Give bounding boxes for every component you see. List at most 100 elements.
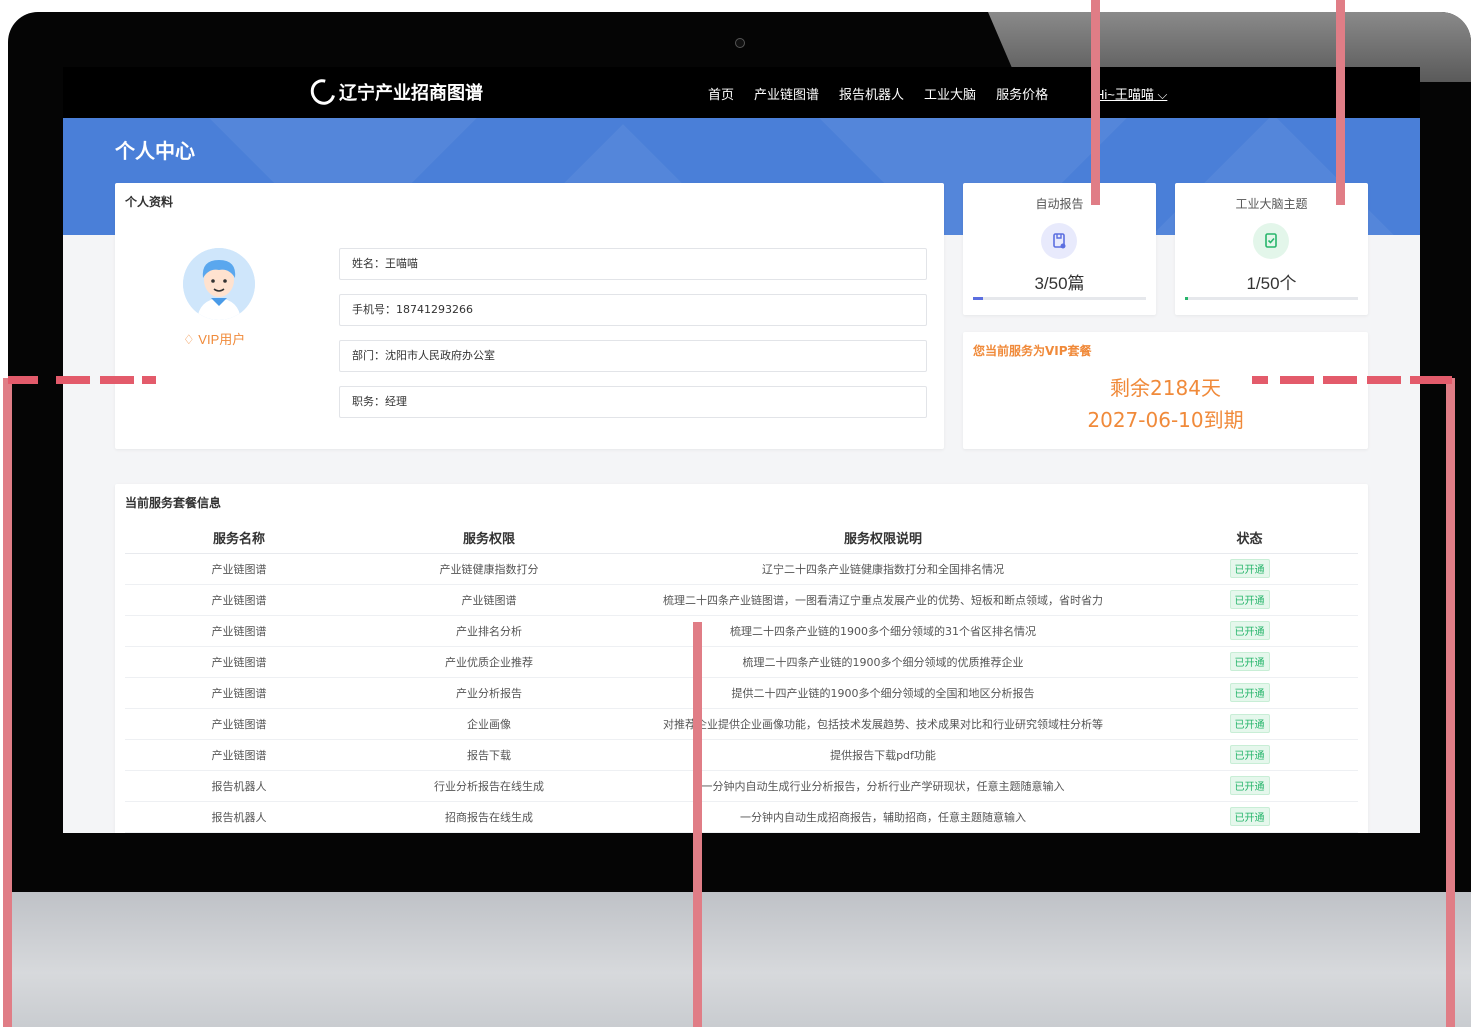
- stat-value: 1/50个: [1246, 274, 1297, 293]
- department-field: 部门：沈阳市人民政府办公室: [339, 340, 927, 372]
- profile-card: 个人资料 ♢ VIP用户 姓名：王喵喵 手机号：18741293266 部门：沈: [115, 183, 944, 449]
- description-cell: 提供报告下载pdf功能: [625, 739, 1141, 771]
- logo[interactable]: 辽宁产业招商图谱: [306, 74, 483, 110]
- status-cell: 已开通: [1141, 801, 1358, 833]
- guide-line: [3, 378, 12, 1027]
- service-name-cell: 产业链图谱: [125, 677, 353, 709]
- name-field: 姓名：王喵喵: [339, 248, 927, 280]
- table-row: 产业链图谱 产业分析报告 提供二十四产业链的1900多个细分领域的全国和地区分析报告…: [125, 677, 1358, 709]
- permission-cell: 产业排名分析: [353, 615, 625, 647]
- guide-line: [1091, 0, 1100, 205]
- guide-dash: [1323, 376, 1357, 384]
- progress-bar: [1185, 297, 1358, 300]
- table-row: 产业链图谱 企业画像 对推荐企业提供企业画像功能，包括技术发展趋势、技术成果对比和行…: [125, 708, 1358, 740]
- guide-line: [1446, 378, 1455, 1027]
- permission-cell: 报告下载: [353, 739, 625, 771]
- logo-text: 辽宁产业招商图谱: [339, 83, 483, 103]
- status-badge: 已开通: [1229, 745, 1270, 764]
- column-header: 服务权限说明: [625, 522, 1141, 554]
- table-row: 产业链图谱 产业链图谱 梳理二十四条产业链图谱，一图看清辽宁重点发展产业的优势、短板…: [125, 584, 1358, 616]
- status-badge: 已开通: [1229, 621, 1270, 640]
- description-cell: 一分钟内自动生成招商报告，辅助招商，任意主题随意输入: [625, 801, 1141, 833]
- guide-dash: [1252, 376, 1268, 384]
- service-info-card: 当前服务套餐信息 服务名称 服务权限 服务权限说明 状态 产业链图谱 产业链健康指…: [115, 484, 1368, 833]
- status-badge: 已开通: [1229, 807, 1270, 826]
- page-title: 个人中心: [115, 139, 195, 163]
- screen: 辽宁产业招商图谱 首页 产业链图谱 报告机器人 工业大脑 服务价格 Hi~王喵喵…: [63, 67, 1420, 833]
- service-title: 当前服务套餐信息: [125, 496, 222, 510]
- nav-item-pricing[interactable]: 服务价格: [996, 84, 1048, 103]
- description-cell: 一分钟内自动生成行业分析报告，分析行业产学研现状，任意主题随意输入: [625, 770, 1141, 802]
- column-header: 状态: [1141, 522, 1358, 554]
- table-row: 产业链图谱 报告下载 提供报告下载pdf功能 已开通: [125, 739, 1358, 771]
- status-cell: 已开通: [1141, 584, 1358, 616]
- guide-dash: [56, 376, 90, 384]
- expire-date: 2027-06-10到期: [1087, 408, 1244, 432]
- column-header: 服务名称: [125, 522, 353, 554]
- status-cell: 已开通: [1141, 770, 1358, 802]
- permission-cell: 行业分析报告在线生成: [353, 770, 625, 802]
- nav-item-chain-map[interactable]: 产业链图谱: [754, 84, 819, 103]
- permission-cell: 企业画像: [353, 708, 625, 740]
- guide-dash: [100, 376, 134, 384]
- stat-label: 自动报告: [1035, 197, 1084, 211]
- guide-dash: [1367, 376, 1401, 384]
- guide-line: [1336, 0, 1345, 205]
- status-badge: 已开通: [1229, 559, 1270, 578]
- status-cell: 已开通: [1141, 677, 1358, 709]
- status-badge: 已开通: [1229, 590, 1270, 609]
- profile-title: 个人资料: [125, 195, 174, 209]
- auto-report-card[interactable]: 自动报告 3/50篇: [963, 183, 1156, 315]
- description-cell: 梳理二十四条产业链的1900多个细分领域的31个省区排名情况: [625, 615, 1141, 647]
- guide-dash: [1410, 376, 1452, 384]
- position-field: 职务：经理: [339, 386, 927, 418]
- status-cell: 已开通: [1141, 708, 1358, 740]
- brain-topic-icon: [1253, 223, 1289, 259]
- status-badge: 已开通: [1229, 714, 1270, 733]
- service-table: 服务名称 服务权限 服务权限说明 状态 产业链图谱 产业链健康指数打分 辽宁二十四条…: [125, 522, 1358, 833]
- description-cell: 辽宁二十四条产业链健康指数打分和全国排名情况: [625, 553, 1141, 585]
- guide-dash: [142, 376, 156, 384]
- permission-cell: 产业链图谱: [353, 584, 625, 616]
- monitor-frame: 辽宁产业招商图谱 首页 产业链图谱 报告机器人 工业大脑 服务价格 Hi~王喵喵…: [8, 12, 1471, 1027]
- status-badge: 已开通: [1229, 776, 1270, 795]
- status-cell: 已开通: [1141, 553, 1358, 585]
- service-name-cell: 报告机器人: [125, 801, 353, 833]
- nav-item-industry-brain[interactable]: 工业大脑: [924, 84, 976, 103]
- permission-cell: 产业优质企业推荐: [353, 646, 625, 678]
- service-name-cell: 产业链图谱: [125, 739, 353, 771]
- service-name-cell: 报告机器人: [125, 770, 353, 802]
- progress-bar: [973, 297, 1146, 300]
- guide-dash: [8, 376, 38, 384]
- table-row: 产业链图谱 产业排名分析 梳理二十四条产业链的1900多个细分领域的31个省区排名情…: [125, 615, 1358, 647]
- table-row: 报告机器人 行业分析报告在线生成 一分钟内自动生成行业分析报告，分析行业产学研现状，…: [125, 770, 1358, 802]
- nav-item-home[interactable]: 首页: [708, 84, 734, 103]
- description-cell: 提供二十四产业链的1900多个细分领域的全国和地区分析报告: [625, 677, 1141, 709]
- chevron-down-icon: ⌵: [1157, 87, 1168, 102]
- vip-package-title: 您当前服务为VIP套餐: [973, 344, 1092, 358]
- status-badge: 已开通: [1229, 652, 1270, 671]
- service-name-cell: 产业链图谱: [125, 646, 353, 678]
- column-header: 服务权限: [353, 522, 625, 554]
- table-header-row: 服务名称 服务权限 服务权限说明 状态: [125, 522, 1358, 554]
- camera-icon: [735, 38, 745, 48]
- vip-package-card: 您当前服务为VIP套餐 剩余2184天 2027-06-10到期: [963, 332, 1368, 449]
- vip-user-label: ♢ VIP用户: [183, 329, 273, 348]
- description-cell: 对推荐企业提供企业画像功能，包括技术发展趋势、技术成果对比和行业研究领域柱分析等: [625, 708, 1141, 740]
- service-name-cell: 产业链图谱: [125, 708, 353, 740]
- table-row: 产业链图谱 产业优质企业推荐 梳理二十四条产业链的1900多个细分领域的优质推荐企业…: [125, 646, 1358, 678]
- monitor-chin: [8, 892, 1471, 1027]
- permission-cell: 产业链健康指数打分: [353, 553, 625, 585]
- progress-fill: [973, 297, 984, 300]
- service-name-cell: 产业链图谱: [125, 584, 353, 616]
- top-nav: 辽宁产业招商图谱 首页 产业链图谱 报告机器人 工业大脑 服务价格 Hi~王喵喵…: [63, 67, 1420, 118]
- service-name-cell: 产业链图谱: [125, 615, 353, 647]
- phone-field: 手机号：18741293266: [339, 294, 927, 326]
- status-badge: 已开通: [1229, 683, 1270, 702]
- guide-dash: [1280, 376, 1314, 384]
- table-row: 产业链图谱 产业链健康指数打分 辽宁二十四条产业链健康指数打分和全国排名情况 已开通: [125, 553, 1358, 585]
- nav-item-report-robot[interactable]: 报告机器人: [839, 84, 904, 103]
- logo-icon: [306, 74, 340, 110]
- avatar: [183, 248, 255, 320]
- user-menu[interactable]: Hi~王喵喵 ⌵: [1095, 84, 1167, 103]
